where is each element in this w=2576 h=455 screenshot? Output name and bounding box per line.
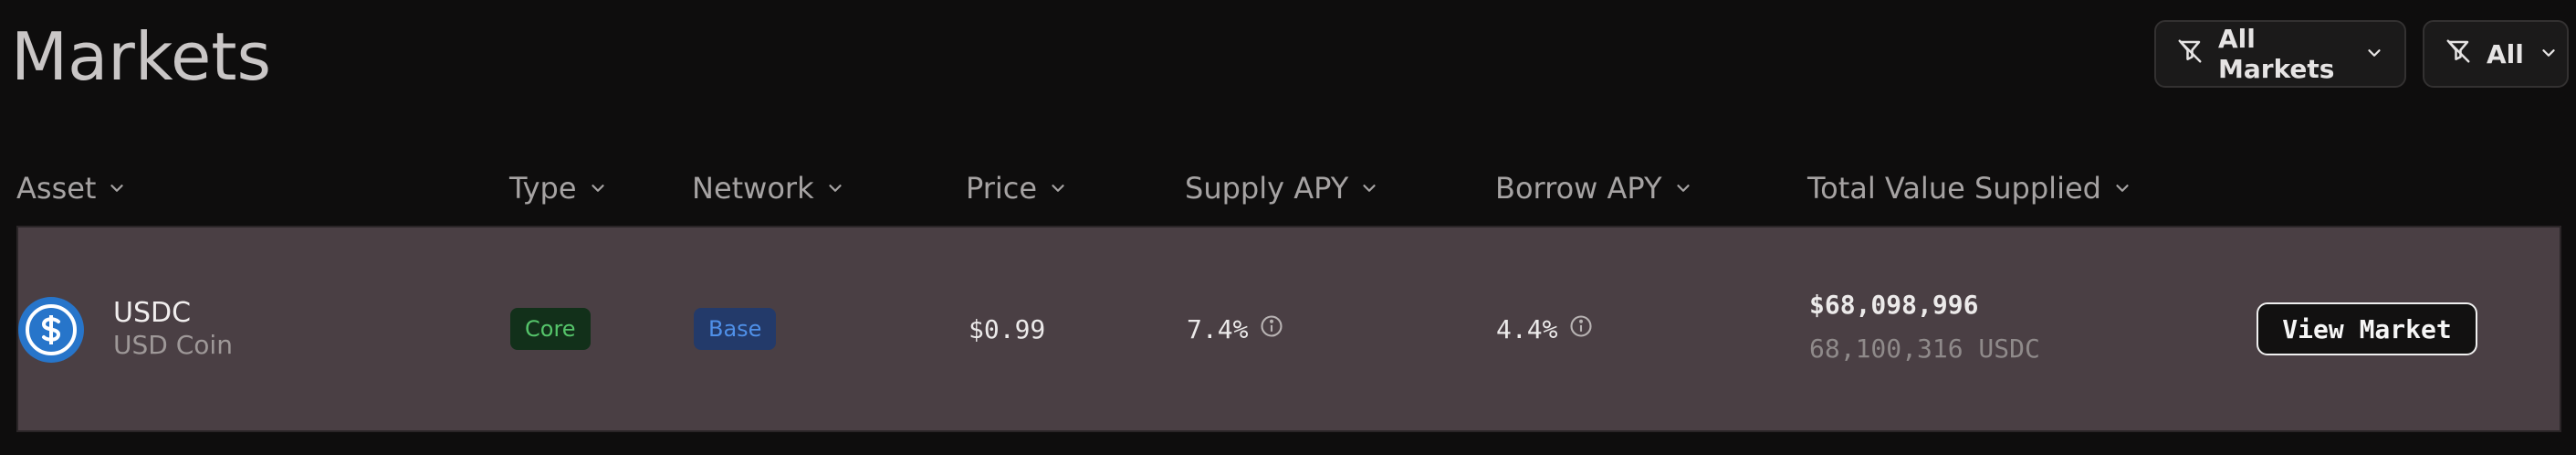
chevron-down-icon	[1048, 171, 1068, 206]
column-header-total-value-supplied[interactable]: Total Value Supplied	[1807, 168, 2132, 208]
chevron-down-icon	[2112, 171, 2132, 206]
column-header-type[interactable]: Type	[509, 168, 608, 208]
all-markets-filter-label: All Markets	[2218, 24, 2335, 84]
network-badge: Base	[694, 308, 777, 350]
price-cell: $0.99	[969, 308, 1045, 350]
borrow-apy-value: 4.4%	[1496, 313, 1558, 344]
column-header-network[interactable]: Network	[692, 168, 845, 208]
price-value: $0.99	[969, 313, 1046, 344]
column-header-label: Total Value Supplied	[1807, 171, 2101, 206]
column-header-borrow-apy[interactable]: Borrow APY	[1495, 168, 1693, 208]
chevron-down-icon	[107, 171, 127, 206]
filter-off-icon	[2176, 37, 2204, 71]
column-header-asset[interactable]: Asset	[16, 168, 127, 208]
column-header-label: Type	[509, 171, 577, 206]
supply-apy-cell: 7.4%	[1187, 308, 1284, 350]
info-icon[interactable]	[1259, 313, 1284, 345]
column-header-price[interactable]: Price	[966, 168, 1068, 208]
chevron-down-icon	[2539, 39, 2559, 69]
all-filter-button[interactable]: All	[2423, 20, 2569, 88]
type-badge: Core	[510, 308, 591, 350]
column-header-supply-apy[interactable]: Supply APY	[1185, 168, 1379, 208]
total-value-supplied-token: 68,100,316 USDC	[1809, 333, 2040, 364]
all-markets-filter-button[interactable]: All Markets	[2154, 20, 2406, 88]
view-market-button[interactable]: View Market	[2257, 302, 2477, 355]
asset-symbol: USDC	[113, 297, 192, 329]
borrow-apy-cell: 4.4%	[1496, 308, 1594, 350]
column-header-label: Price	[966, 171, 1038, 206]
table-row[interactable]: USDC USD Coin Core Base $0.99 7.4% 4.4% …	[16, 226, 2561, 432]
total-value-supplied-usd: $68,098,996	[1809, 290, 1979, 320]
asset-name: USD Coin	[113, 330, 233, 360]
page-title: Markets	[11, 18, 272, 95]
chevron-down-icon	[825, 171, 845, 206]
info-icon[interactable]	[1568, 313, 1594, 345]
column-header-label: Borrow APY	[1495, 171, 1662, 206]
column-header-label: Supply APY	[1185, 171, 1349, 206]
chevron-down-icon	[2364, 39, 2384, 69]
usdc-logo-icon	[18, 297, 84, 363]
chevron-down-icon	[1359, 171, 1379, 206]
column-header-label: Network	[692, 171, 814, 206]
filter-off-icon	[2445, 37, 2472, 71]
chevron-down-icon	[588, 171, 608, 206]
supply-apy-value: 7.4%	[1187, 313, 1249, 344]
chevron-down-icon	[1673, 171, 1693, 206]
column-header-label: Asset	[16, 171, 97, 206]
all-filter-label: All	[2487, 38, 2524, 69]
